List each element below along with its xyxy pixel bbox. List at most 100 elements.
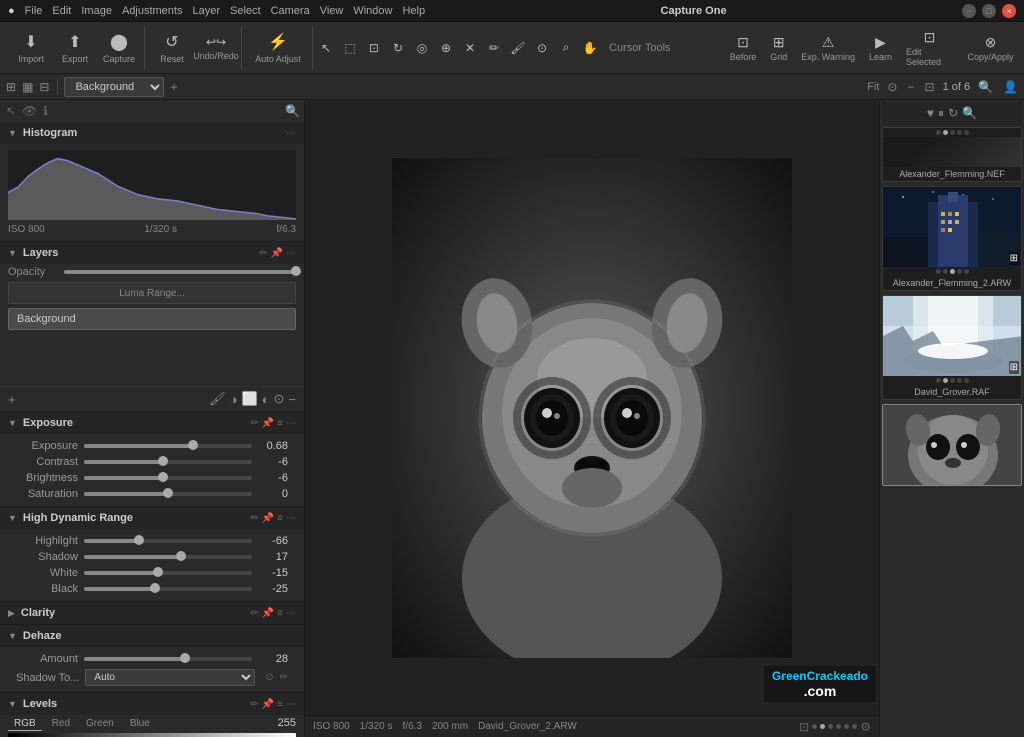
rp-flag-icon[interactable]: ⏸ <box>938 106 944 121</box>
grid-button[interactable]: ⊞ Grid <box>766 32 791 64</box>
exposure-dots-icon[interactable]: ≡ <box>277 418 283 429</box>
dehaze-thumb[interactable] <box>180 653 190 663</box>
histogram-menu-icon[interactable]: ⋯ <box>286 128 296 139</box>
menu-select[interactable]: Select <box>230 5 261 17</box>
hdr-menu-icon[interactable]: ⋯ <box>286 513 296 524</box>
exposure-pin-icon[interactable]: 📌 <box>262 418 274 429</box>
auto-adjust-button[interactable]: ⚡ Auto Adjust <box>248 26 308 70</box>
thumbnail-lemur[interactable]: David_Grover_2.ARW <box>882 404 1022 486</box>
clarity-menu-icon[interactable]: ⋯ <box>286 608 296 619</box>
levels-tab-blue[interactable]: Blue <box>124 717 156 731</box>
close-button[interactable]: × <box>1002 4 1016 18</box>
white-thumb[interactable] <box>153 567 163 577</box>
cursor-tool[interactable]: ↖ <box>315 37 337 59</box>
capture-button[interactable]: ⬤ Capture <box>98 26 140 70</box>
heal-tool[interactable]: ◎ <box>411 37 433 59</box>
view-filmstrip-icon[interactable]: ⊟ <box>37 78 51 96</box>
shadow-brush-icon[interactable]: ⊙ <box>265 672 273 683</box>
levels-menu-icon[interactable]: ⋯ <box>286 699 296 710</box>
thumbnail-nef[interactable]: Alexander_Flemming.NEF <box>882 127 1022 182</box>
shadow-eyedrop-icon[interactable]: ✏ <box>280 672 288 683</box>
saturation-slider[interactable] <box>84 492 252 496</box>
levels-tab-rgb[interactable]: RGB <box>8 717 42 731</box>
clone-tool[interactable]: ⊕ <box>435 37 457 59</box>
canvas-settings-icon[interactable]: ⚙ <box>860 720 871 734</box>
add-layer-button[interactable]: + <box>8 392 16 407</box>
clarity-pin-icon[interactable]: 📌 <box>262 608 274 619</box>
thumbnail-raf-waterfall[interactable]: ⊞ David_Grover.RAF <box>882 295 1022 400</box>
eyedropper-layer-icon[interactable]: ⊙ <box>274 391 285 407</box>
hdr-pin-icon[interactable]: 📌 <box>262 513 274 524</box>
search-icon[interactable]: 🔍 <box>976 78 995 96</box>
menu-edit[interactable]: Edit <box>52 5 71 17</box>
crop-tool[interactable]: ⊡ <box>363 37 385 59</box>
black-slider[interactable] <box>84 587 252 591</box>
exposure-header[interactable]: ▼ Exposure ✏ 📌 ≡ ⋯ <box>0 412 304 434</box>
highlight-slider[interactable] <box>84 539 252 543</box>
add-layer-icon[interactable]: + <box>168 78 179 96</box>
zoom-minus-icon[interactable]: − <box>905 78 916 96</box>
contrast-thumb[interactable] <box>158 456 168 466</box>
before-button[interactable]: ⊡ Before <box>726 32 761 64</box>
exp-warning-button[interactable]: ⚠ Exp. Warning <box>797 32 859 64</box>
canvas-view-icon[interactable]: ⊡ <box>799 720 809 734</box>
select-tool[interactable]: ⬚ <box>339 37 361 59</box>
lp-search-icon[interactable]: 🔍 <box>285 104 300 118</box>
layer-select[interactable]: Background <box>64 77 164 97</box>
reset-button[interactable]: ↺ Reset <box>151 26 193 70</box>
luma-range-button[interactable]: Luma Range... <box>8 282 296 304</box>
rp-heart-icon[interactable]: ♥ <box>927 106 934 121</box>
dehaze-header[interactable]: ▼ Dehaze <box>0 625 304 647</box>
copy-apply-button[interactable]: ⊗ Copy/Apply <box>963 32 1018 64</box>
menu-window[interactable]: Window <box>353 5 392 17</box>
menu-adjustments[interactable]: Adjustments <box>122 5 183 17</box>
rp-search-icon[interactable]: 🔍 <box>962 106 977 121</box>
layers-menu-icon[interactable]: ⋯ <box>286 248 296 259</box>
levels-dots-icon[interactable]: ≡ <box>277 699 283 710</box>
menu-view[interactable]: View <box>320 5 344 17</box>
eyedropper-tool[interactable]: ⊙ <box>531 37 553 59</box>
menu-file[interactable]: File <box>25 5 43 17</box>
brightness-slider[interactable] <box>84 476 252 480</box>
menu-help[interactable]: Help <box>402 5 425 17</box>
hdr-dots-icon[interactable]: ≡ <box>277 513 283 524</box>
exposure-thumb[interactable] <box>188 440 198 450</box>
learn-button[interactable]: ▶ Learn <box>865 32 896 64</box>
image-canvas[interactable] <box>305 100 879 715</box>
menu-bar[interactable]: ● File Edit Image Adjustments Layer Sele… <box>8 5 425 17</box>
mask-layer-icon[interactable]: ⬜ <box>241 391 257 407</box>
maximize-button[interactable]: □ <box>982 4 996 18</box>
histogram-header[interactable]: ▼ Histogram ⋯ <box>0 122 304 144</box>
menu-camera[interactable]: Camera <box>271 5 310 17</box>
pen-tool[interactable]: ✏ <box>483 37 505 59</box>
background-layer[interactable]: Background <box>8 308 296 330</box>
clarity-header[interactable]: ▶ Clarity ✏ 📌 ≡ ⋯ <box>0 602 304 624</box>
view-grid-icon[interactable]: ▦ <box>20 78 35 96</box>
exposure-edit-icon[interactable]: ✏ <box>250 418 258 429</box>
layers-pin-icon[interactable]: 📌 <box>271 248 283 259</box>
shadow-thumb[interactable] <box>176 551 186 561</box>
fit-label[interactable]: Fit <box>867 81 879 93</box>
thumbnail-arw-building[interactable]: ⊞ Alexander_Flemming_2.ARW <box>882 186 1022 291</box>
minimize-button[interactable]: − <box>962 4 976 18</box>
saturation-thumb[interactable] <box>163 488 173 498</box>
edit-selected-button[interactable]: ⊡ Edit Selected <box>902 27 957 69</box>
lp-eye-icon[interactable]: 👁 <box>20 102 39 120</box>
white-slider[interactable] <box>84 571 252 575</box>
menu-image[interactable]: Image <box>81 5 112 17</box>
opacity-thumb[interactable] <box>291 266 301 276</box>
opacity-slider[interactable] <box>64 270 296 274</box>
brightness-thumb[interactable] <box>158 472 168 482</box>
layers-header[interactable]: ▼ Layers ✏ 📌 ⋯ <box>0 242 304 264</box>
black-thumb[interactable] <box>150 583 160 593</box>
lp-info-icon[interactable]: ℹ <box>41 102 50 120</box>
pan-tool[interactable]: ✋ <box>579 37 601 59</box>
person-icon[interactable]: 👤 <box>1001 78 1020 96</box>
layers-edit-icon[interactable]: ✏ <box>259 248 267 259</box>
exposure-slider[interactable] <box>84 444 252 448</box>
shadow-tone-select[interactable]: Auto <box>85 669 255 686</box>
levels-tab-red[interactable]: Red <box>46 717 76 731</box>
clarity-dots-icon[interactable]: ≡ <box>277 608 283 619</box>
lp-cursor-icon[interactable]: ↖ <box>4 102 18 120</box>
levels-tab-green[interactable]: Green <box>80 717 120 731</box>
